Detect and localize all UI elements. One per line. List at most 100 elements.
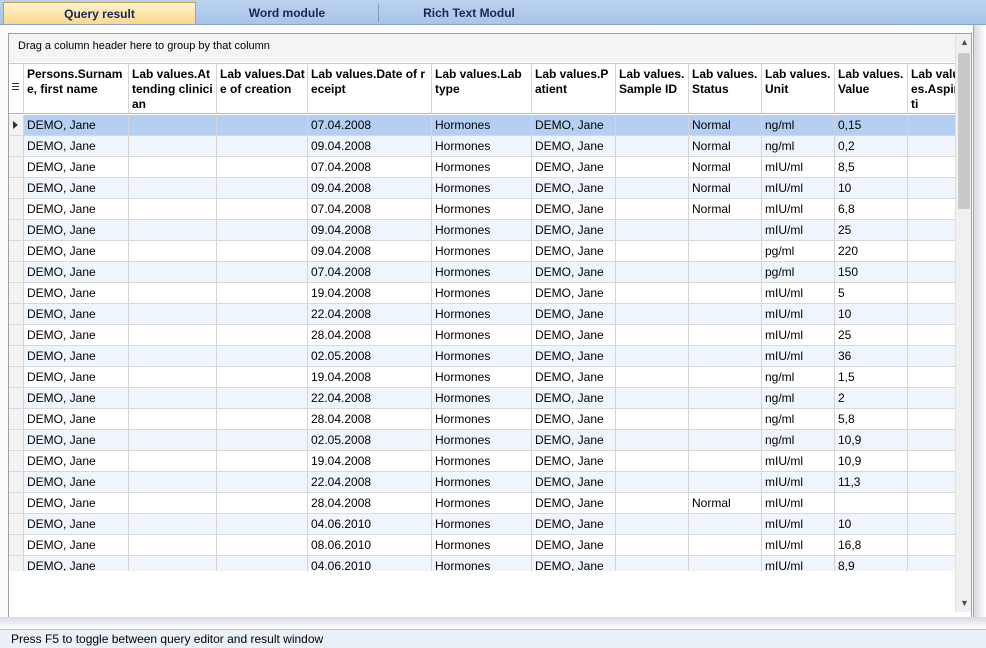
table-cell[interactable] <box>908 472 955 492</box>
table-cell[interactable] <box>908 304 955 324</box>
table-cell[interactable] <box>217 115 308 135</box>
table-cell[interactable] <box>129 241 217 261</box>
table-cell[interactable]: Hormones <box>432 136 532 156</box>
table-cell[interactable] <box>217 556 308 571</box>
table-cell[interactable] <box>616 262 689 282</box>
row-indicator[interactable] <box>9 514 24 534</box>
table-row[interactable]: DEMO, Jane 08.06.2010 Hormones DEMO, Jane mI… <box>9 535 955 556</box>
table-cell[interactable]: DEMO, Jane <box>532 199 616 219</box>
table-cell[interactable] <box>129 304 217 324</box>
table-cell[interactable]: 09.04.2008 <box>308 220 432 240</box>
row-indicator[interactable] <box>9 535 24 555</box>
table-cell[interactable] <box>908 346 955 366</box>
table-cell[interactable] <box>908 556 955 571</box>
row-indicator[interactable] <box>9 136 24 156</box>
table-cell[interactable]: 19.04.2008 <box>308 283 432 303</box>
table-cell[interactable] <box>217 325 308 345</box>
table-cell[interactable] <box>129 283 217 303</box>
table-cell[interactable]: 02.05.2008 <box>308 346 432 366</box>
row-indicator[interactable] <box>9 493 24 513</box>
table-cell[interactable]: DEMO, Jane <box>24 472 129 492</box>
table-cell[interactable]: mIU/ml <box>762 472 835 492</box>
table-cell[interactable]: DEMO, Jane <box>532 115 616 135</box>
row-indicator[interactable] <box>9 556 24 571</box>
table-cell[interactable]: DEMO, Jane <box>24 535 129 555</box>
table-cell[interactable]: Normal <box>689 178 762 198</box>
row-indicator[interactable] <box>9 346 24 366</box>
table-cell[interactable]: 07.04.2008 <box>308 157 432 177</box>
table-cell[interactable]: Hormones <box>432 430 532 450</box>
table-cell[interactable]: 22.04.2008 <box>308 388 432 408</box>
table-cell[interactable] <box>217 199 308 219</box>
table-cell[interactable]: ng/ml <box>762 115 835 135</box>
table-cell[interactable]: Hormones <box>432 556 532 571</box>
table-row[interactable]: DEMO, Jane 09.04.2008 Hormones DEMO, Jane No… <box>9 178 955 199</box>
table-cell[interactable]: 10 <box>835 514 908 534</box>
table-cell[interactable]: Hormones <box>432 514 532 534</box>
table-cell[interactable] <box>616 241 689 261</box>
table-cell[interactable] <box>616 346 689 366</box>
table-cell[interactable]: ng/ml <box>762 136 835 156</box>
table-cell[interactable] <box>689 535 762 555</box>
table-cell[interactable]: 09.04.2008 <box>308 136 432 156</box>
table-cell[interactable]: DEMO, Jane <box>532 535 616 555</box>
table-cell[interactable] <box>129 262 217 282</box>
table-cell[interactable] <box>908 535 955 555</box>
table-cell[interactable] <box>616 556 689 571</box>
table-cell[interactable] <box>689 262 762 282</box>
table-cell[interactable] <box>129 556 217 571</box>
row-indicator[interactable] <box>9 388 24 408</box>
table-row[interactable]: DEMO, Jane 07.04.2008 Hormones DEMO, Jane pg… <box>9 262 955 283</box>
table-cell[interactable] <box>217 241 308 261</box>
column-header[interactable]: Lab values.Date of creation <box>217 64 308 114</box>
table-cell[interactable] <box>689 556 762 571</box>
table-row[interactable]: DEMO, Jane 07.04.2008 Hormones DEMO, Jane No… <box>9 199 955 220</box>
table-cell[interactable]: 07.04.2008 <box>308 262 432 282</box>
table-cell[interactable]: 10 <box>835 178 908 198</box>
table-cell[interactable]: DEMO, Jane <box>24 346 129 366</box>
table-cell[interactable]: mIU/ml <box>762 199 835 219</box>
table-cell[interactable] <box>689 430 762 450</box>
table-cell[interactable] <box>908 220 955 240</box>
table-cell[interactable] <box>689 409 762 429</box>
table-cell[interactable]: DEMO, Jane <box>24 514 129 534</box>
table-cell[interactable]: DEMO, Jane <box>532 367 616 387</box>
table-cell[interactable]: mIU/ml <box>762 325 835 345</box>
table-cell[interactable]: 09.04.2008 <box>308 241 432 261</box>
table-cell[interactable]: 25 <box>835 325 908 345</box>
table-cell[interactable] <box>689 367 762 387</box>
row-indicator[interactable] <box>9 262 24 282</box>
table-cell[interactable] <box>616 283 689 303</box>
table-cell[interactable]: 16,8 <box>835 535 908 555</box>
table-cell[interactable] <box>908 178 955 198</box>
table-cell[interactable]: 0,2 <box>835 136 908 156</box>
table-cell[interactable] <box>129 493 217 513</box>
table-cell[interactable] <box>908 115 955 135</box>
row-indicator[interactable] <box>9 241 24 261</box>
table-row[interactable]: DEMO, Jane 28.04.2008 Hormones DEMO, Jane No… <box>9 493 955 514</box>
table-row[interactable]: DEMO, Jane 02.05.2008 Hormones DEMO, Jane ng… <box>9 430 955 451</box>
table-cell[interactable] <box>616 514 689 534</box>
table-cell[interactable]: 04.06.2010 <box>308 514 432 534</box>
table-cell[interactable] <box>129 388 217 408</box>
table-cell[interactable] <box>129 199 217 219</box>
table-cell[interactable] <box>689 325 762 345</box>
table-cell[interactable]: DEMO, Jane <box>532 451 616 471</box>
table-cell[interactable]: mIU/ml <box>762 220 835 240</box>
table-cell[interactable]: Hormones <box>432 178 532 198</box>
table-cell[interactable]: DEMO, Jane <box>532 493 616 513</box>
table-row[interactable]: DEMO, Jane 09.04.2008 Hormones DEMO, Jane mI… <box>9 220 955 241</box>
table-cell[interactable]: 22.04.2008 <box>308 304 432 324</box>
table-cell[interactable]: mIU/ml <box>762 514 835 534</box>
table-cell[interactable] <box>616 157 689 177</box>
table-cell[interactable] <box>129 367 217 387</box>
table-cell[interactable]: DEMO, Jane <box>24 241 129 261</box>
table-cell[interactable] <box>616 451 689 471</box>
table-cell[interactable] <box>616 388 689 408</box>
table-cell[interactable]: DEMO, Jane <box>532 262 616 282</box>
table-cell[interactable]: DEMO, Jane <box>532 325 616 345</box>
table-cell[interactable]: 22.04.2008 <box>308 472 432 492</box>
table-cell[interactable]: DEMO, Jane <box>24 409 129 429</box>
table-cell[interactable]: DEMO, Jane <box>532 136 616 156</box>
table-cell[interactable] <box>129 430 217 450</box>
